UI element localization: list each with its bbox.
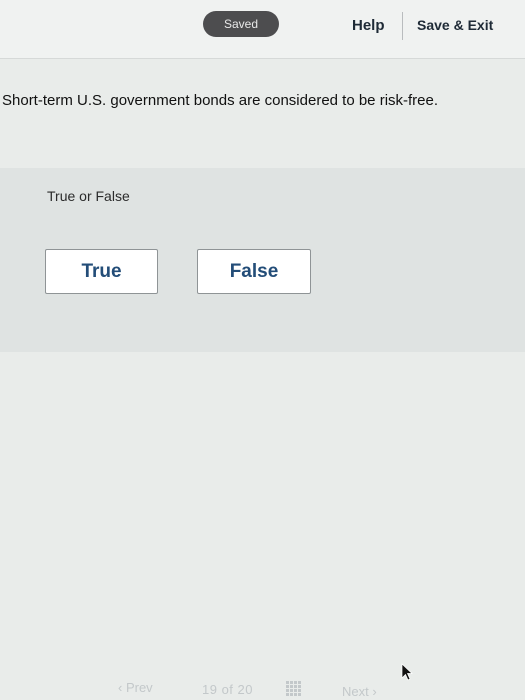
true-button[interactable]: True (45, 249, 158, 294)
header-divider (402, 12, 403, 40)
next-button[interactable]: Next › (342, 684, 377, 699)
next-label: Next (342, 684, 369, 699)
false-label: False (229, 260, 279, 282)
question-text: Short-term U.S. government bonds are con… (2, 92, 439, 109)
question-grid-icon[interactable] (286, 681, 301, 696)
top-bar: Saved Help Save & Exit (0, 0, 525, 59)
help-button[interactable]: Help (352, 17, 385, 34)
true-label: True (81, 260, 122, 282)
saved-label: Saved (223, 17, 259, 31)
save-and-exit-button[interactable]: Save & Exit (417, 17, 493, 33)
prev-button[interactable]: ‹ Prev (118, 680, 153, 695)
question-prompt: True or False (47, 188, 130, 204)
saved-status-badge: Saved (203, 11, 279, 37)
page-indicator: 19 of 20 (202, 682, 253, 697)
false-button[interactable]: False (197, 249, 311, 294)
prev-label: Prev (125, 680, 153, 695)
bottom-navigation: ‹ Prev 19 of 20 Next › (0, 672, 525, 700)
mouse-cursor-icon (401, 663, 413, 681)
chevron-right-icon: › (372, 684, 377, 699)
chevron-left-icon: ‹ (118, 680, 126, 695)
